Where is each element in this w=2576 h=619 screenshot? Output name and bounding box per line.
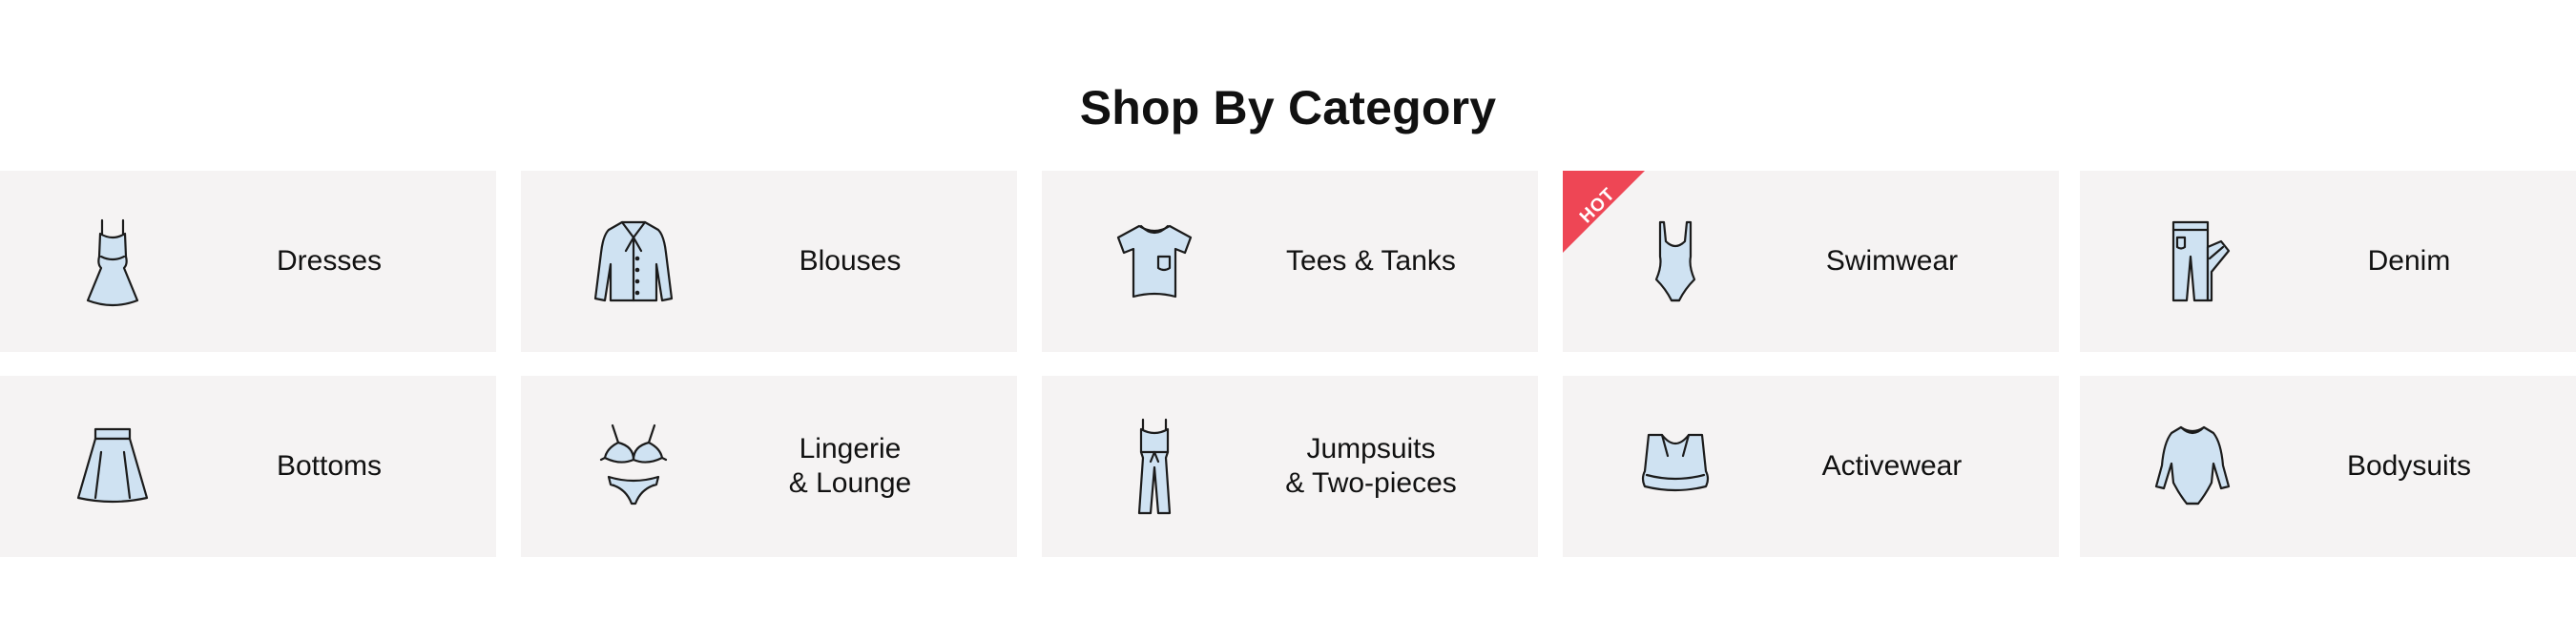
category-label: Jumpsuits & Two-pieces — [1285, 433, 1457, 499]
sports-bra-icon — [1618, 414, 1733, 519]
skirt-icon — [55, 414, 170, 519]
category-tile-activewear[interactable]: Activewear — [1563, 376, 2059, 557]
swimsuit-icon — [1618, 209, 1733, 314]
blouse-icon — [576, 209, 691, 314]
category-tile-tees-tanks[interactable]: Tees & Tanks — [1042, 171, 1538, 352]
jumpsuit-icon — [1097, 414, 1212, 519]
section-title: Shop By Category — [1079, 81, 1497, 134]
category-label: Denim — [2367, 245, 2451, 277]
category-label: Bodysuits — [2346, 450, 2472, 482]
bodysuit-icon — [2135, 414, 2250, 519]
category-tile-lingerie-lounge[interactable]: Lingerie & Lounge — [521, 376, 1017, 557]
dress-icon — [55, 209, 170, 314]
category-tile-jumpsuits-two-pieces[interactable]: Jumpsuits & Two-pieces — [1042, 376, 1538, 557]
category-label: Blouses — [799, 245, 902, 277]
category-tile-swimwear[interactable]: HOT Swimwear — [1563, 171, 2059, 352]
category-tile-dresses[interactable]: Dresses — [0, 171, 496, 352]
category-label: Swimwear — [1825, 245, 1959, 277]
category-tile-blouses[interactable]: Blouses — [521, 171, 1017, 352]
category-label: Bottoms — [276, 450, 383, 482]
category-label: Tees & Tanks — [1286, 245, 1456, 277]
category-tile-denim[interactable]: Denim — [2080, 171, 2576, 352]
category-label: Activewear — [1821, 450, 1963, 482]
jeans-icon — [2135, 209, 2250, 314]
lingerie-icon — [576, 414, 691, 519]
category-tile-bottoms[interactable]: Bottoms — [0, 376, 496, 557]
category-label: Dresses — [276, 245, 383, 277]
category-label: Lingerie & Lounge — [788, 433, 912, 499]
tshirt-icon — [1097, 209, 1212, 314]
category-tile-bodysuits[interactable]: Bodysuits — [2080, 376, 2576, 557]
